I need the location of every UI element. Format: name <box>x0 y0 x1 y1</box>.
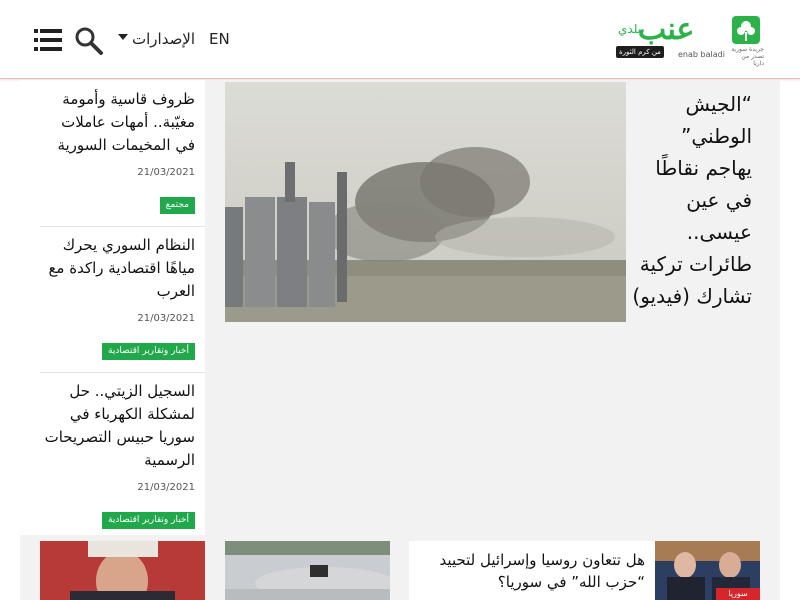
bottom-news-title[interactable]: هل تتعاون روسيا وإسرائيل لتحييد “حزب الل… <box>413 549 645 593</box>
list-item-title[interactable]: ظروف قاسية وأمومة مغيّبة.. أمهات عاملات … <box>40 88 205 157</box>
site-logo[interactable]: عنب بلدي من كرم الثورة enab baladi جريدة… <box>614 12 764 67</box>
logo-word: عنب <box>638 12 695 47</box>
category-tag[interactable]: أخبار وتقارير اقتصادية <box>102 512 195 529</box>
list-item-date: 21/03/2021 <box>137 313 195 324</box>
list-item-date: 21/03/2021 <box>137 482 195 493</box>
language-switch-link[interactable]: EN <box>209 30 230 48</box>
site-header: الإصدارات EN عنب بلدي من كرم الثورة enab… <box>0 0 800 79</box>
logo-tagline: من كرم الثورة <box>616 46 664 58</box>
hero-image[interactable] <box>225 82 626 322</box>
list-item[interactable]: السجيل الزيتي.. حل لمشكلة الكهرباء في سو… <box>40 380 205 493</box>
bottom-news-image-erdogan[interactable] <box>40 541 205 600</box>
category-tag[interactable]: أخبار وتقارير اقتصادية <box>102 343 195 360</box>
bottom-news-card[interactable]: هل تتعاون روسيا وإسرائيل لتحييد “حزب الل… <box>409 541 760 600</box>
list-item[interactable]: ظروف قاسية وأمومة مغيّبة.. أمهات عاملات … <box>40 88 205 178</box>
grape-leaf-icon <box>732 16 760 44</box>
logo-small: بلدي <box>618 22 642 36</box>
menu-icon[interactable] <box>34 29 62 51</box>
chevron-down-icon <box>118 34 128 40</box>
bottom-news-image-aircraft[interactable] <box>225 541 390 600</box>
divider <box>40 372 205 373</box>
hero-headline[interactable]: “الجيش الوطني” يهاجم نقاطًا في عين عيسى.… <box>630 88 752 312</box>
list-item-title[interactable]: السجيل الزيتي.. حل لمشكلة الكهرباء في سو… <box>40 380 205 472</box>
category-tag[interactable]: سوريا <box>716 588 760 600</box>
divider <box>40 226 205 227</box>
list-item[interactable]: النظام السوري يحرك مياهًا اقتصادية راكدة… <box>40 234 205 324</box>
category-tag[interactable]: مجتمع <box>159 197 195 214</box>
logo-english: enab baladi <box>678 50 725 59</box>
list-item-title[interactable]: النظام السوري يحرك مياهًا اقتصادية راكدة… <box>40 234 205 303</box>
list-item-date: 21/03/2021 <box>137 167 195 178</box>
editions-label: الإصدارات <box>132 30 196 48</box>
search-icon[interactable] <box>74 26 104 56</box>
editions-dropdown[interactable]: الإصدارات <box>118 30 195 48</box>
logo-description: جريدة سورية تصدر من داريا <box>731 46 764 67</box>
